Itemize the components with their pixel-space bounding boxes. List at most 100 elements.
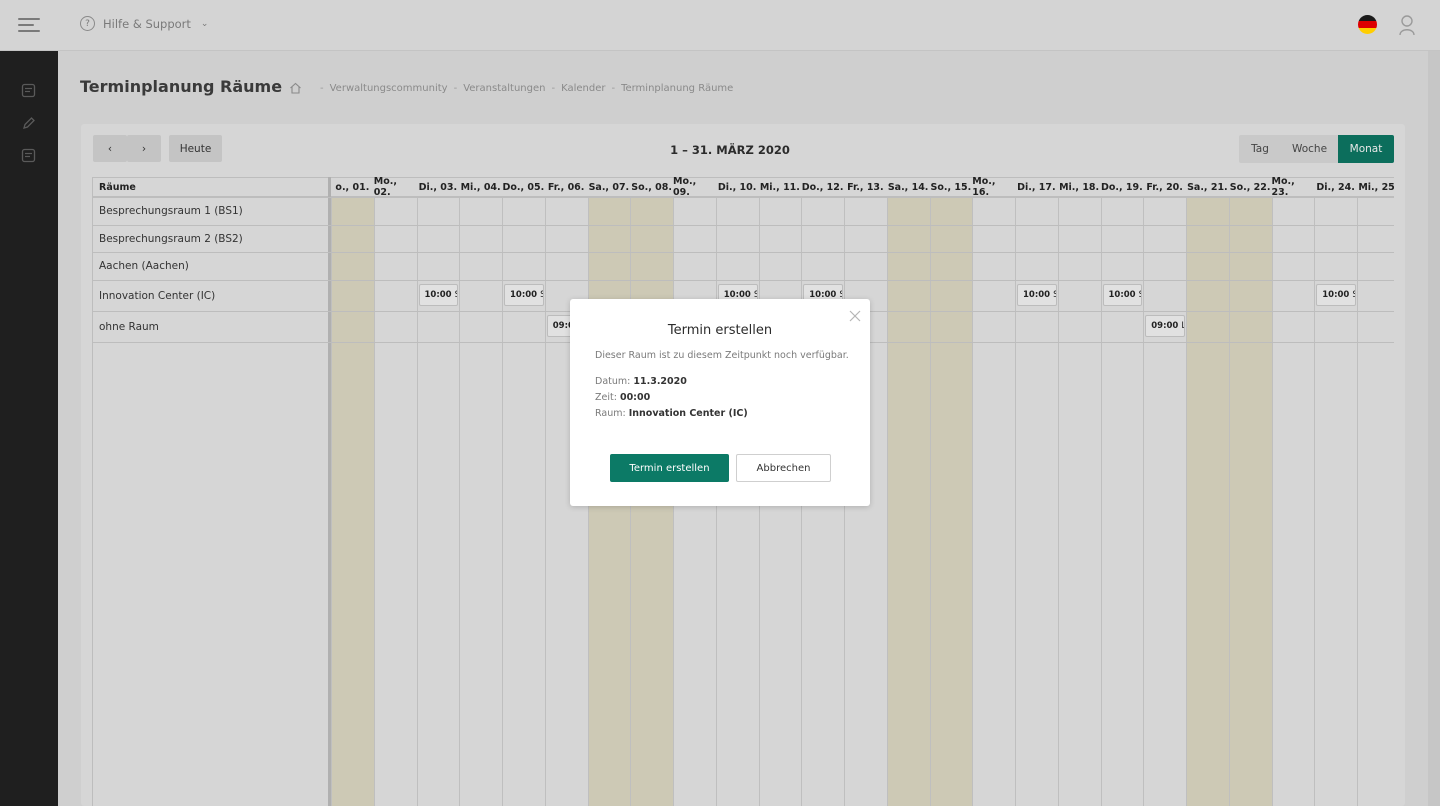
event-block[interactable]: 09:00Lo bbox=[1145, 315, 1185, 337]
home-icon[interactable] bbox=[289, 82, 302, 94]
chevron-down-icon: ⌄ bbox=[200, 18, 209, 29]
day-column[interactable] bbox=[1271, 197, 1315, 806]
day-header: Mo., 16. bbox=[972, 177, 1015, 198]
day-header: Di., 03. bbox=[416, 177, 460, 197]
row-divider bbox=[93, 280, 1394, 281]
event-block[interactable]: 10:00Sc bbox=[1316, 284, 1356, 306]
room-name: ohne Raum bbox=[99, 320, 159, 333]
rooms-header: Räume bbox=[93, 177, 329, 197]
event-block[interactable]: 10:00Sc bbox=[1017, 284, 1057, 306]
time-line: Zeit: 00:00 bbox=[595, 392, 650, 403]
rooms-divider bbox=[328, 177, 331, 806]
date-range-title: 1 – 31. MÄRZ 2020 bbox=[670, 143, 790, 157]
day-header: Mi., 18. bbox=[1057, 177, 1101, 197]
day-column[interactable] bbox=[373, 197, 417, 806]
breadcrumb: - Verwaltungscommunity - Veranstaltungen - Ka… bbox=[289, 82, 733, 94]
day-column[interactable] bbox=[886, 197, 930, 806]
day-column[interactable] bbox=[1186, 197, 1229, 806]
day-header: Di., 17. bbox=[1015, 177, 1058, 197]
view-tag-button[interactable]: Tag bbox=[1239, 135, 1281, 163]
breadcrumb-separator: - bbox=[611, 82, 616, 94]
user-avatar-icon[interactable] bbox=[1398, 14, 1416, 36]
day-column[interactable] bbox=[459, 197, 502, 806]
time-label: Zeit: bbox=[595, 392, 617, 403]
top-bar: ? Hilfe & Support ⌄ bbox=[0, 0, 1440, 51]
pencil-icon[interactable] bbox=[21, 116, 36, 131]
day-header: Fr., 13. bbox=[844, 177, 887, 197]
room-value: Innovation Center (IC) bbox=[628, 408, 748, 419]
notes-icon[interactable] bbox=[21, 148, 36, 163]
dialog-title: Termin erstellen bbox=[667, 323, 773, 338]
date-line: Datum: 11.3.2020 bbox=[595, 376, 687, 387]
room-name: Innovation Center (IC) bbox=[99, 289, 216, 302]
room-line: Raum: Innovation Center (IC) bbox=[595, 408, 748, 419]
breadcrumb-separator: - bbox=[320, 82, 324, 94]
prev-button[interactable]: ‹ bbox=[93, 135, 127, 162]
dialog-description: Dieser Raum ist zu diesem Zeitpunkt noch… bbox=[595, 350, 849, 361]
room-name: Aachen (Aachen) bbox=[99, 260, 189, 272]
help-support-menu[interactable]: ? Hilfe & Support ⌄ bbox=[80, 16, 208, 31]
breadcrumb-item[interactable]: Kalender bbox=[561, 83, 605, 94]
day-header: Mi., 04. bbox=[459, 177, 502, 197]
day-header: o., 01. bbox=[331, 177, 374, 197]
cancel-button[interactable]: Abbrechen bbox=[736, 454, 831, 482]
event-time: 10:00 bbox=[1023, 290, 1051, 300]
breadcrumb-separator: - bbox=[551, 82, 556, 94]
time-value: 00:00 bbox=[619, 392, 651, 403]
row-divider bbox=[93, 197, 1394, 198]
event-title: Sc bbox=[455, 290, 458, 300]
today-button[interactable]: Heute bbox=[169, 135, 222, 162]
view-woche-button[interactable]: Woche bbox=[1281, 135, 1338, 163]
day-header: Mo., 02. bbox=[373, 177, 417, 198]
day-header: Mo., 09. bbox=[673, 177, 716, 198]
day-column[interactable] bbox=[972, 197, 1015, 806]
event-block[interactable]: 10:00Sc bbox=[504, 284, 544, 306]
day-column[interactable] bbox=[1143, 197, 1186, 806]
breadcrumb-separator: - bbox=[453, 82, 458, 94]
day-header: Di., 24. bbox=[1314, 177, 1357, 197]
close-icon[interactable] bbox=[849, 307, 861, 322]
event-time: 09:00 bbox=[1151, 321, 1179, 331]
scrollbar[interactable] bbox=[1428, 51, 1440, 806]
breadcrumb-item[interactable]: Veranstaltungen bbox=[463, 83, 545, 94]
day-header: Fr., 20. bbox=[1143, 177, 1186, 197]
question-icon: ? bbox=[80, 16, 95, 31]
event-title: Sc bbox=[540, 290, 543, 300]
event-title: Sc bbox=[1053, 290, 1056, 300]
day-column[interactable] bbox=[1357, 197, 1394, 806]
breadcrumb-item[interactable]: Terminplanung Räume bbox=[621, 83, 733, 94]
next-button[interactable]: › bbox=[127, 135, 161, 162]
room-name: Besprechungsraum 1 (BS1) bbox=[99, 205, 243, 217]
create-appointment-button[interactable]: Termin erstellen bbox=[610, 454, 729, 482]
event-title: Sc bbox=[1352, 290, 1355, 300]
menu-icon[interactable] bbox=[18, 16, 40, 34]
row-divider bbox=[93, 252, 1394, 253]
sidebar bbox=[0, 51, 58, 806]
room-name: Besprechungsraum 2 (BS2) bbox=[99, 232, 243, 245]
event-time: 10:00 bbox=[1322, 290, 1350, 300]
day-column[interactable] bbox=[1228, 197, 1272, 806]
breadcrumb-item[interactable]: Verwaltungscommunity bbox=[330, 83, 448, 94]
event-time: 10:00 bbox=[510, 290, 538, 300]
day-column[interactable] bbox=[331, 197, 374, 806]
language-flag-icon[interactable] bbox=[1358, 15, 1377, 34]
day-header: Sa., 07. bbox=[587, 177, 631, 197]
day-header: So., 15. bbox=[929, 177, 973, 197]
day-header: Mi., 25. bbox=[1357, 177, 1394, 197]
date-label: Datum: bbox=[595, 376, 631, 387]
day-header: So., 08. bbox=[630, 177, 673, 197]
day-header: Fr., 06. bbox=[544, 177, 588, 197]
event-time: 10:00 bbox=[424, 290, 452, 300]
day-column[interactable] bbox=[1057, 197, 1101, 806]
day-column[interactable] bbox=[929, 197, 973, 806]
view-switch: Tag Woche Monat bbox=[1239, 135, 1394, 163]
room-label: Raum: bbox=[595, 408, 626, 419]
help-support-label: Hilfe & Support bbox=[103, 16, 191, 31]
view-monat-button[interactable]: Monat bbox=[1338, 135, 1394, 163]
day-header: Do., 05. bbox=[502, 177, 545, 197]
event-title: Lo bbox=[1181, 321, 1184, 331]
event-block[interactable]: 10:00Sc bbox=[418, 284, 459, 306]
event-title: Sc bbox=[1139, 290, 1142, 300]
event-block[interactable]: 10:00Sc bbox=[1102, 284, 1143, 306]
notes-icon[interactable] bbox=[21, 83, 36, 98]
